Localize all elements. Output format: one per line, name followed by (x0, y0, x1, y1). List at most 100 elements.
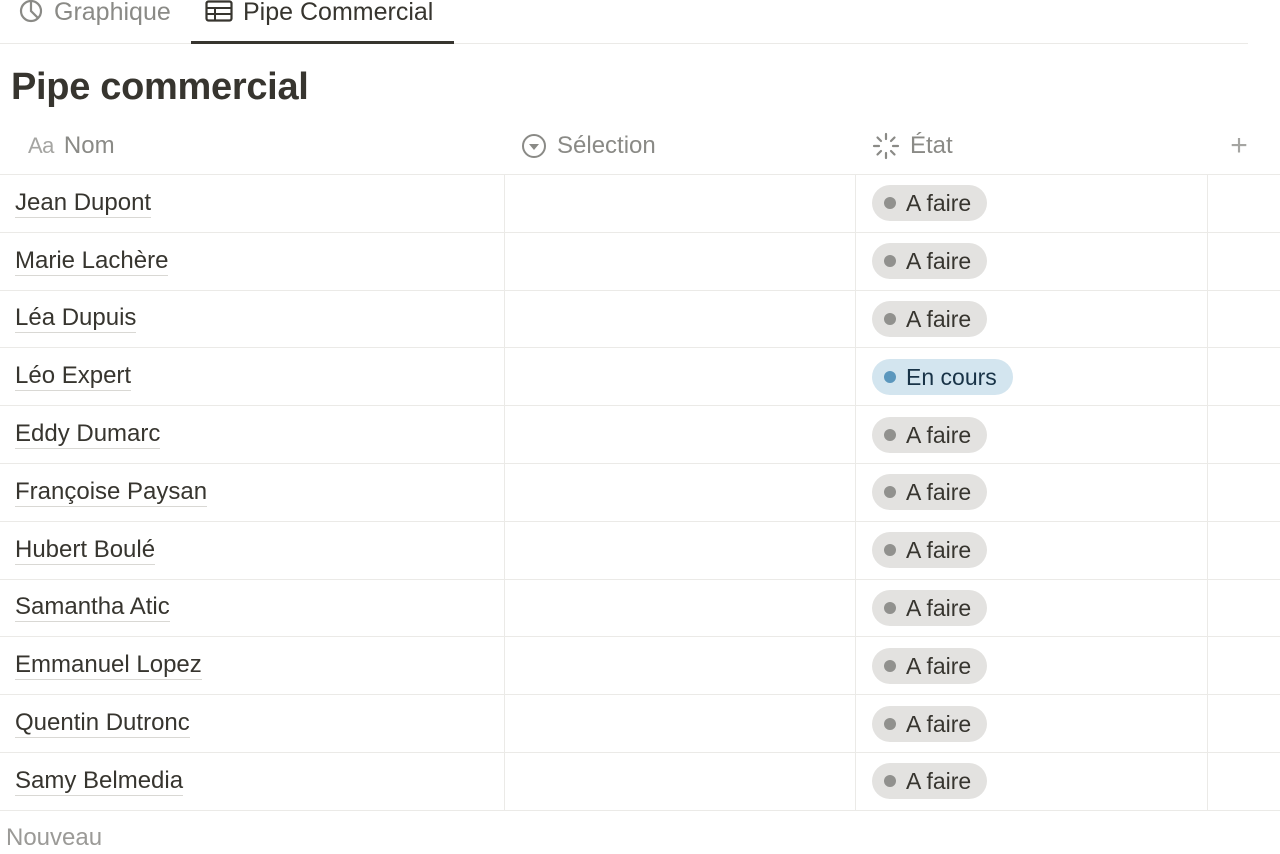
cell-selection[interactable] (505, 290, 856, 348)
status-dot-icon (884, 659, 896, 672)
table-body: Jean Dupont A faire Marie Lachère A faire Lé… (0, 175, 1280, 811)
tab-graphique[interactable]: Graphique (18, 0, 171, 44)
status-label: A faire (906, 594, 972, 621)
status-badge[interactable]: A faire (872, 416, 988, 453)
column-header-etat[interactable]: État (872, 117, 953, 175)
row-name-link[interactable]: Samy Belmedia (15, 767, 184, 796)
row-name-link[interactable]: Quentin Dutronc (15, 709, 190, 739)
status-dot-icon (884, 428, 896, 441)
cell-etat[interactable]: A faire (856, 175, 1208, 232)
row-name-link[interactable]: Hubert Boulé (15, 536, 156, 565)
select-icon (522, 134, 546, 158)
status-label: A faire (906, 190, 972, 217)
column-label: Nom (63, 132, 115, 159)
table-header: Aa Nom Sélection État + (0, 117, 1280, 175)
column-header-nom[interactable]: Aa Nom (28, 117, 115, 175)
cell-etat[interactable]: A faire (856, 695, 1208, 752)
cell-etat[interactable]: A faire (856, 521, 1208, 579)
status-badge[interactable]: A faire (872, 243, 988, 280)
cell-selection[interactable] (505, 579, 856, 637)
status-label: A faire (906, 479, 972, 506)
cell-nom[interactable]: Jean Dupont (0, 175, 505, 232)
cell-nom[interactable]: Emmanuel Lopez (0, 637, 505, 695)
row-name-link[interactable]: Marie Lachère (15, 247, 169, 276)
page-title: Pipe commercial (11, 66, 309, 108)
table-row: Emmanuel Lopez A faire (0, 637, 1280, 696)
status-dot-icon (884, 197, 896, 210)
cell-etat[interactable]: A faire (856, 406, 1208, 463)
column-label: État (910, 132, 953, 159)
table-row: Quentin Dutronc A faire (0, 695, 1280, 753)
status-dot-icon (884, 370, 896, 383)
row-name-link[interactable]: Françoise Paysan (15, 478, 208, 507)
cell-etat[interactable]: A faire (856, 232, 1208, 290)
status-badge[interactable]: A faire (872, 474, 988, 511)
tab-label: Graphique (54, 0, 171, 26)
table-row: Léa Dupuis A faire (0, 290, 1280, 349)
row-name-link[interactable]: Jean Dupont (15, 189, 152, 218)
table-icon (205, 0, 233, 22)
status-label: A faire (906, 537, 972, 564)
add-column-button[interactable]: + (1224, 117, 1254, 175)
status-badge[interactable]: En cours (872, 358, 1013, 395)
cell-selection[interactable] (505, 752, 856, 810)
cell-selection[interactable] (505, 175, 856, 232)
cell-selection[interactable] (505, 232, 856, 290)
column-header-selection[interactable]: Sélection (521, 117, 656, 175)
status-label: A faire (906, 710, 972, 737)
new-row-button[interactable]: Nouveau (6, 824, 102, 852)
cell-nom[interactable]: Léo Expert (0, 348, 505, 406)
status-dot-icon (884, 544, 896, 557)
tab-pipe-commercial[interactable]: Pipe Commercial (191, 0, 454, 44)
cell-selection[interactable] (505, 463, 856, 521)
cell-etat[interactable]: En cours (856, 348, 1208, 406)
table-row: Samy Belmedia A faire (0, 752, 1280, 811)
status-label: En cours (906, 363, 997, 390)
cell-etat[interactable]: A faire (856, 290, 1208, 348)
cell-nom[interactable]: Samantha Atic (0, 579, 505, 637)
cell-nom[interactable]: Hubert Boulé (0, 521, 505, 579)
status-badge[interactable]: A faire (872, 185, 988, 222)
row-name-link[interactable]: Eddy Dumarc (15, 420, 161, 450)
cell-etat[interactable]: A faire (856, 637, 1208, 695)
cell-selection[interactable] (505, 695, 856, 752)
status-dot-icon (884, 486, 896, 499)
status-badge[interactable]: A faire (872, 589, 988, 626)
cell-etat[interactable]: A faire (856, 752, 1208, 810)
row-name-link[interactable]: Léa Dupuis (15, 304, 137, 334)
status-dot-icon (884, 255, 896, 268)
cell-selection[interactable] (505, 637, 856, 695)
table-row: Eddy Dumarc A faire (0, 406, 1280, 464)
status-label: A faire (906, 248, 972, 275)
cell-nom[interactable]: Léa Dupuis (0, 290, 505, 348)
table-row: Léo Expert En cours (0, 348, 1280, 407)
cell-nom[interactable]: Quentin Dutronc (0, 695, 505, 752)
status-badge[interactable]: A faire (872, 763, 988, 800)
cell-selection[interactable] (505, 521, 856, 579)
status-badge[interactable]: A faire (872, 300, 988, 337)
cell-selection[interactable] (505, 406, 856, 463)
status-badge[interactable]: A faire (872, 705, 988, 742)
cell-selection[interactable] (505, 348, 856, 406)
cell-etat[interactable]: A faire (856, 463, 1208, 521)
pie-chart-icon (19, 0, 43, 23)
table-row: Hubert Boulé A faire (0, 521, 1280, 580)
cell-nom[interactable]: Samy Belmedia (0, 752, 505, 810)
view-tabs: Graphique Pipe Commercial (0, 0, 1248, 44)
status-badge[interactable]: A faire (872, 647, 988, 684)
status-icon (872, 132, 900, 160)
cell-nom[interactable]: Marie Lachère (0, 232, 505, 290)
database-table: Aa Nom Sélection État + Jean Dupont A fa… (0, 117, 1280, 811)
cell-nom[interactable]: Eddy Dumarc (0, 406, 505, 463)
status-badge[interactable]: A faire (872, 532, 988, 569)
row-name-link[interactable]: Emmanuel Lopez (15, 651, 202, 681)
table-row: Françoise Paysan A faire (0, 463, 1280, 522)
row-name-link[interactable]: Léo Expert (15, 362, 132, 392)
status-label: A faire (906, 652, 972, 679)
row-name-link[interactable]: Samantha Atic (15, 593, 170, 623)
status-label: A faire (906, 305, 972, 332)
cell-etat[interactable]: A faire (856, 579, 1208, 637)
status-label: A faire (906, 421, 972, 448)
cell-nom[interactable]: Françoise Paysan (0, 463, 505, 521)
table-row: Marie Lachère A faire (0, 232, 1280, 291)
